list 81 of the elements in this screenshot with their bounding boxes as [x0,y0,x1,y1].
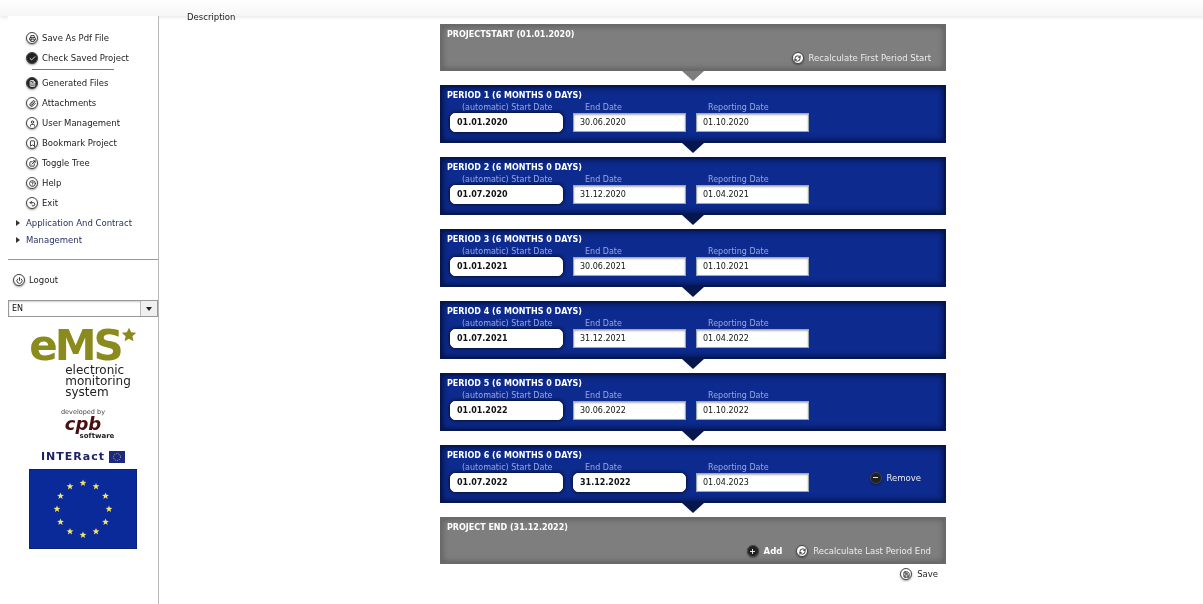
panel-title: PERIOD 2 (6 MONTHS 0 DAYS) [447,163,582,172]
tree-item[interactable]: Application And Contract [16,218,158,228]
field-label: End Date [584,103,623,112]
logo-text: eMS [29,327,121,365]
panel-title: PERIOD 6 (6 MONTHS 0 DAYS) [447,451,582,460]
sidebar-item[interactable]: Save As Pdf File [26,31,158,45]
field-label: (automatic) Start Date [461,319,554,328]
date-field[interactable]: 30.06.2021 [573,257,686,276]
sidebar-item[interactable]: User Management [26,116,158,130]
date-field[interactable]: 30.06.2020 [573,113,686,132]
external-link-icon [26,157,38,169]
sidebar-item[interactable]: Generated Files [26,76,158,90]
sidebar-item[interactable]: Check Saved Project [26,51,158,65]
logo-text: system [65,387,109,398]
bookmark-icon [26,137,38,149]
field-label: Reporting Date [707,391,770,400]
flag-icon [109,450,125,463]
field-label: (automatic) Start Date [461,391,554,400]
partner-logo-text: INTERact [41,450,105,463]
panel-title: PERIOD 1 (6 MONTHS 0 DAYS) [447,91,582,100]
logo-text: monitoring [65,376,131,387]
sidebar-item[interactable]: Exit [26,196,158,210]
plus-icon [746,545,759,557]
field-label: End Date [584,247,623,256]
field-label: Reporting Date [707,175,770,184]
sidebar-item[interactable]: Attachments [26,96,158,110]
field-label: (automatic) Start Date [461,247,554,256]
logo-text: electronic [65,365,125,376]
date-field[interactable]: 01.04.2022 [696,329,809,348]
document-icon [26,77,38,89]
field-label: End Date [584,319,623,328]
panel-title: PERIOD 4 (6 MONTHS 0 DAYS) [447,307,582,316]
paperclip-icon [26,97,38,109]
date-field[interactable]: 30.06.2022 [573,401,686,420]
refresh-icon [796,545,809,557]
date-field[interactable]: 01.10.2020 [696,113,809,132]
field-label: Reporting Date [707,103,770,112]
date-field[interactable]: 01.01.2020 [450,113,563,132]
caret-icon [146,306,152,311]
sidebar-item[interactable]: Help [26,176,158,190]
field-label: Reporting Date [707,463,770,472]
date-field[interactable]: 01.07.2021 [450,329,563,348]
field-label: End Date [584,175,623,184]
add-button[interactable]: Add [746,545,783,557]
star-icon [120,327,137,343]
check-icon [26,52,38,64]
refresh-icon [791,52,804,64]
sidebar-item[interactable]: Bookmark Project [26,136,158,150]
panel-title: PROJECTSTART (01.01.2020) [447,30,575,39]
date-field[interactable]: 31.12.2020 [573,185,686,204]
field-label: End Date [584,391,623,400]
field-label: End Date [584,463,623,472]
date-field[interactable]: 01.01.2022 [450,401,563,420]
panel-title: PROJECT END (31.12.2022) [447,523,568,532]
field-label: Reporting Date [707,319,770,328]
tree-item[interactable]: Management [16,235,158,245]
field-label: (automatic) Start Date [461,463,554,472]
user-icon [26,117,38,129]
save-button[interactable]: Save [900,568,938,580]
date-field[interactable]: 31.12.2022 [573,473,686,492]
date-field[interactable]: 31.12.2021 [573,329,686,348]
description-label: Description [187,12,236,22]
sidebar-item[interactable]: Toggle Tree [26,156,158,170]
power-icon [13,274,25,286]
panel-title: PERIOD 5 (6 MONTHS 0 DAYS) [447,379,582,388]
field-label: (automatic) Start Date [461,103,554,112]
date-field[interactable]: 01.07.2020 [450,185,563,204]
logout-link[interactable]: Logout [8,260,158,286]
language-select[interactable]: EN [8,300,158,317]
panel-title: PERIOD 3 (6 MONTHS 0 DAYS) [447,235,582,244]
date-field[interactable]: 01.07.2022 [450,473,563,492]
date-field[interactable]: 01.01.2021 [450,257,563,276]
field-label: Reporting Date [707,247,770,256]
date-field[interactable]: 01.04.2021 [696,185,809,204]
minus-icon [869,471,882,484]
date-field[interactable]: 01.10.2022 [696,401,809,420]
vendor-logo-text: cpb [64,416,102,432]
field-label: (automatic) Start Date [461,175,554,184]
help-icon [26,177,38,189]
date-field[interactable]: 01.04.2023 [696,473,809,492]
date-field[interactable]: 01.10.2021 [696,257,809,276]
